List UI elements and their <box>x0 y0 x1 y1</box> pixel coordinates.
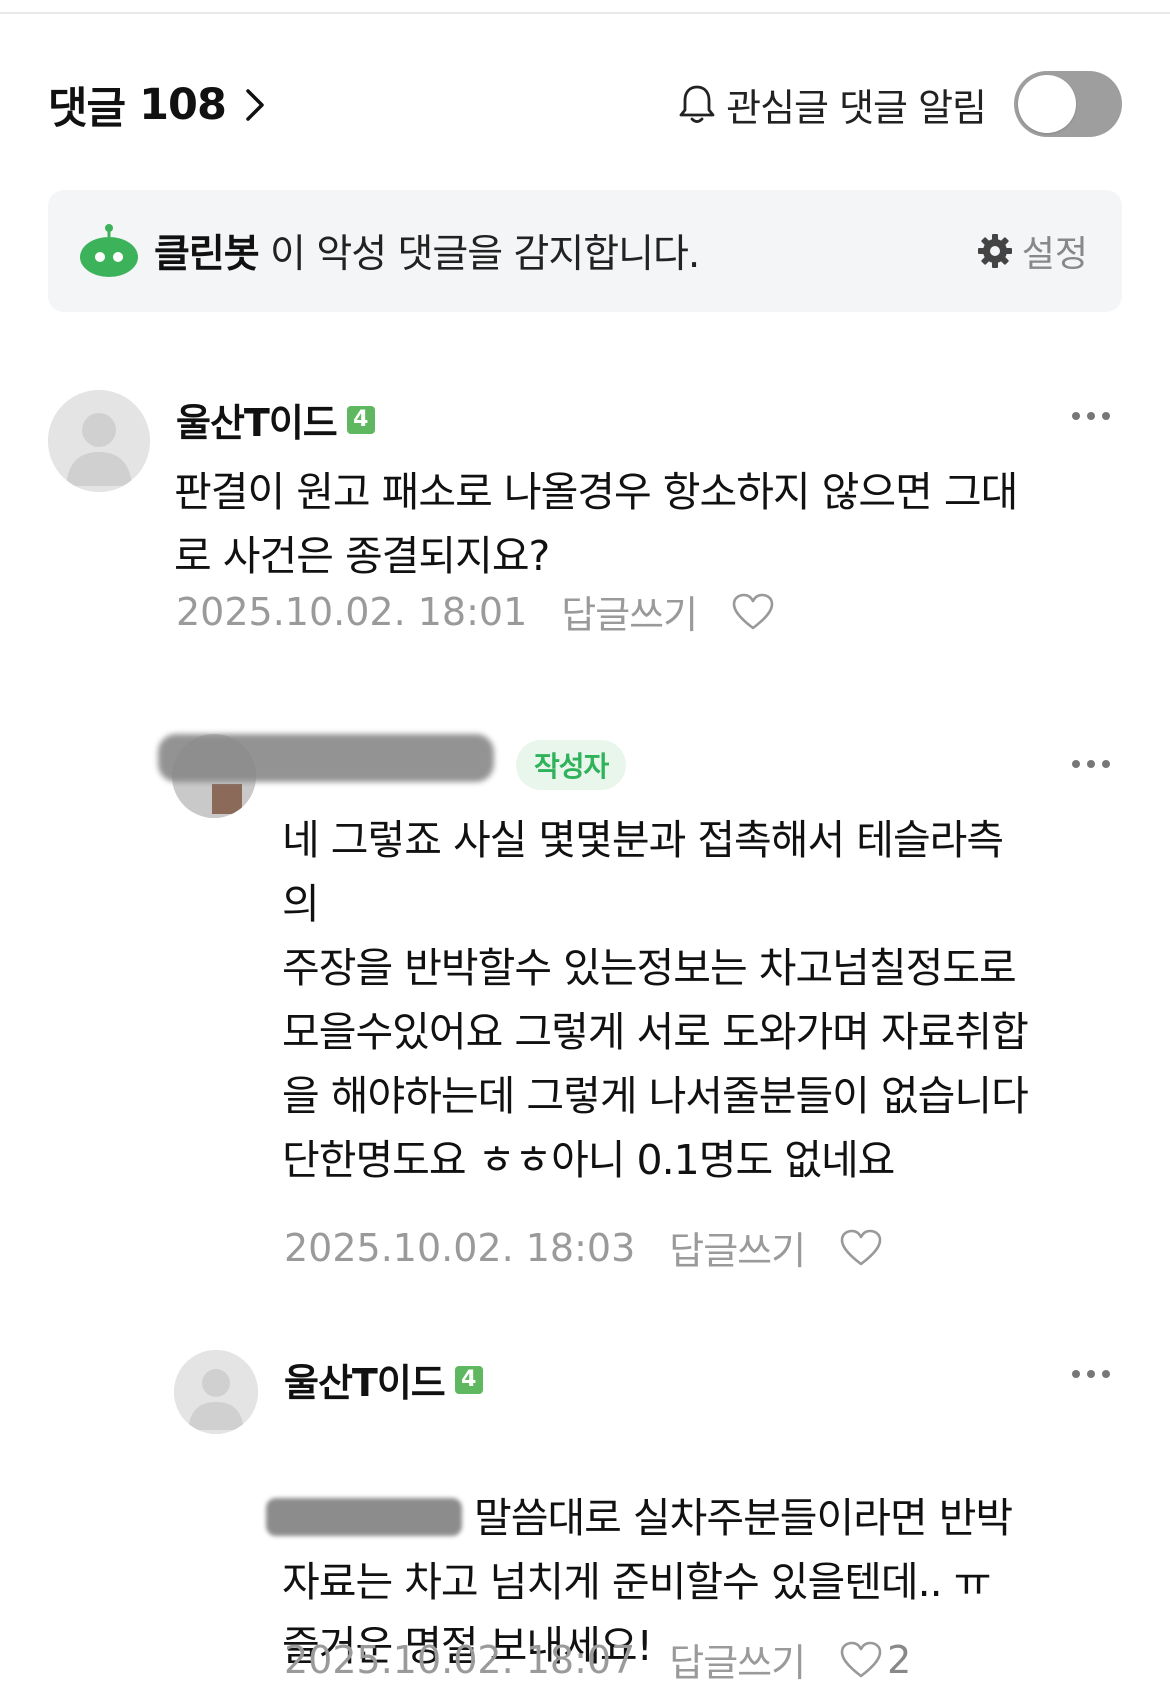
cleanbot-text: 이 악성 댓글을 감지합니다. <box>258 232 700 277</box>
comment-item: 울산T이드 4 판결이 원고 패소로 나올경우 항소하지 않으면 그대 로 사건… <box>0 380 1170 660</box>
comment-timestamp: 2025.10.02. 18:01 <box>176 589 528 634</box>
comments-header: 댓글 108 관심글 댓글 알림 <box>48 64 1122 144</box>
comments-title: 댓글 <box>48 84 126 134</box>
redacted-author <box>158 734 494 782</box>
writer-badge: 작성자 <box>516 740 627 790</box>
heart-icon[interactable] <box>839 1640 883 1680</box>
more-options-icon[interactable] <box>1072 758 1112 770</box>
comment-timestamp: 2025.10.02. 18:03 <box>284 1225 636 1270</box>
notify-toggle[interactable] <box>1014 71 1122 137</box>
comments-title-link[interactable]: 댓글 108 <box>48 74 270 136</box>
more-options-icon[interactable] <box>1072 1368 1112 1380</box>
robot-icon <box>80 224 138 277</box>
avatar[interactable] <box>48 390 150 492</box>
cleanbot-message: 클린봇 이 악성 댓글을 감지합니다. <box>154 223 700 279</box>
cleanbot-banner: 클린봇 이 악성 댓글을 감지합니다. 설정 <box>48 190 1122 312</box>
comment-item: 작성자 네 그렇죠 사실 몇몇분과 접촉해서 테슬라측 의 주장을 반박할수 있… <box>0 720 1170 1273</box>
toggle-knob <box>1018 75 1076 133</box>
default-user-icon <box>174 1350 258 1434</box>
redacted-mention[interactable] <box>266 1498 462 1536</box>
reply-button[interactable]: 답글쓰기 <box>669 1632 806 1687</box>
comment-text: 네 그렇죠 사실 몇몇분과 접촉해서 테슬라측 의 주장을 반박할수 있는정보는… <box>282 816 1029 1184</box>
chevron-right-icon <box>246 89 264 121</box>
comment-text-first-line: 말씀대로 실차주분들이라면 반박 <box>474 1494 1013 1542</box>
reply-button[interactable]: 답글쓰기 <box>669 1220 806 1275</box>
avatar[interactable] <box>174 1350 258 1434</box>
cleanbot-name: 클린봇 <box>154 232 260 277</box>
reply-button[interactable]: 답글쓰기 <box>561 584 698 639</box>
comment-author[interactable]: 울산T이드 <box>176 392 338 447</box>
comments-count: 108 <box>139 80 227 130</box>
heart-icon[interactable] <box>731 592 775 632</box>
comment-item: 울산T이드 4 말씀대로 실차주분들이라면 반박 자료는 차고 넘치게 준비할수… <box>0 1340 1170 1692</box>
level-badge: 4 <box>346 405 375 434</box>
cleanbot-settings-button[interactable]: 설정 <box>976 190 1088 312</box>
like-count: 2 <box>887 1637 912 1682</box>
bell-icon <box>679 85 715 123</box>
notify-label: 관심글 댓글 알림 <box>726 85 987 130</box>
more-options-icon[interactable] <box>1072 410 1112 422</box>
level-badge: 4 <box>454 1365 483 1394</box>
comment-timestamp: 2025.10.02. 18:07 <box>284 1637 636 1682</box>
settings-label: 설정 <box>1021 234 1088 275</box>
gear-icon <box>977 234 1012 268</box>
heart-icon[interactable] <box>839 1228 883 1268</box>
default-user-icon <box>48 390 150 492</box>
comment-text: 판결이 원고 패소로 나올경우 항소하지 않으면 그대 로 사건은 종결되지요? <box>174 468 1018 580</box>
top-divider <box>0 0 1170 14</box>
comment-author[interactable]: 울산T이드 <box>284 1352 446 1407</box>
